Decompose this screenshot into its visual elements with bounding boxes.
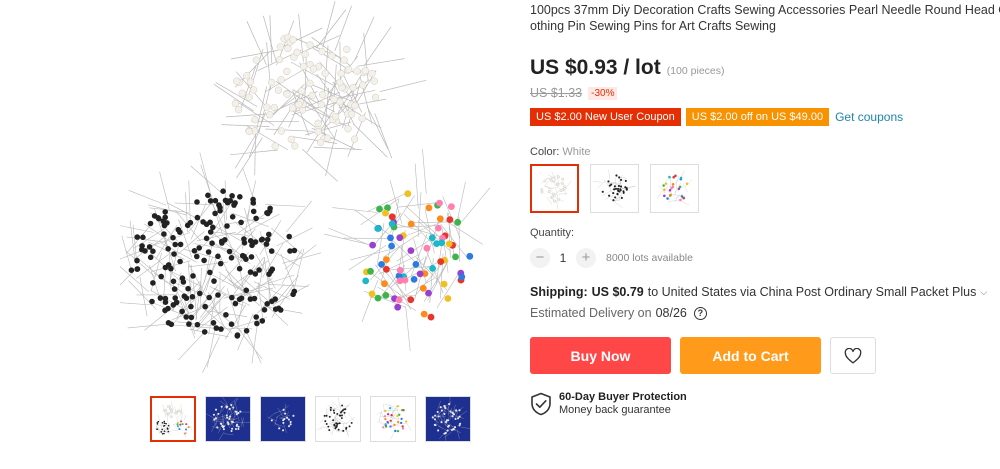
color-swatches [530,164,1000,213]
shield-check-icon [531,392,551,416]
discount-badge: -30% [588,86,618,100]
selected-color: White [562,146,591,158]
thumbnail-pins-icon [376,403,412,440]
lot-pieces: (100 pieces) [666,65,725,77]
thumbnail-3[interactable] [260,396,306,442]
lots-available: 8000 lots available [606,252,693,264]
get-coupons-link[interactable]: Get coupons [835,110,903,124]
original-price-row: US $1.33 -30% [530,86,1000,100]
buyer-protection: 60-Day Buyer Protection Money back guara… [530,391,1000,417]
product-title-line-1: 100pcs 37mm Diy Decoration Crafts Sewing… [530,3,1000,17]
color-label: Color: White [530,146,1000,158]
quantity-label: Quantity: [530,227,575,239]
shipping-row[interactable]: Shipping: US $0.79 to United States via … [530,285,1000,299]
add-to-cart-button[interactable]: Add to Cart [680,337,821,374]
thumbnail-strip [150,396,471,442]
protection-title: 60-Day Buyer Protection [559,391,687,403]
coupon-row: US $2.00 New User Coupon US $2.00 off on… [530,108,1000,126]
buy-now-button[interactable]: Buy Now [530,337,671,374]
heart-icon [844,347,862,364]
new-user-coupon[interactable]: US $2.00 New User Coupon [530,108,681,126]
thumbnail-pins-icon [317,397,356,437]
swatch-white[interactable] [530,164,579,213]
swatch-mixed[interactable] [650,164,699,213]
thumbnail-5[interactable] [370,396,416,442]
quantity-decrease-button[interactable]: − [530,248,550,268]
delivery-label: Estimated Delivery on [530,306,652,320]
store-coupon[interactable]: US $2.00 off on US $49.00 [685,108,830,126]
original-price: US $1.33 [530,86,583,100]
main-product-image[interactable] [120,0,490,380]
thumbnail-pins-icon [267,404,295,434]
pins-photo-icon [120,1,490,374]
shipping-method: to United States via China Post Ordinary… [647,285,977,299]
protection-subtitle: Money back guarantee [559,404,671,416]
product-info: 100pcs 37mm Diy Decoration Crafts Sewing… [530,0,1000,417]
thumbnail-6[interactable] [425,396,471,442]
thumbnail-pins-icon [206,397,250,441]
color-label-text: Color: [530,146,560,158]
black-pins-icon [593,169,636,208]
product-title-line-2: othing Pin Sewing Pins for Art Crafts Se… [530,19,776,33]
quantity-stepper: − 1 + 8000 lots available [530,248,1000,268]
quantity-increase-button[interactable]: + [576,248,596,268]
mixed-pins-icon [656,170,693,206]
quantity-input[interactable]: 1 [550,251,576,265]
shipping-label: Shipping: [530,285,588,299]
chevron-down-icon[interactable]: ⌵ [980,287,987,298]
thumbnail-4[interactable] [315,396,361,442]
thumbnail-1[interactable] [150,396,196,442]
wishlist-button[interactable] [830,337,876,374]
swatch-black[interactable] [590,164,639,213]
help-icon[interactable]: ? [693,306,707,320]
current-price: US $0.93 / lot [530,56,661,79]
delivery-date: 08/26 [655,306,687,320]
shipping-cost: US $0.79 [591,285,644,299]
white-pins-icon [540,171,572,209]
action-buttons: Buy Now Add to Cart [530,337,1000,374]
price-row: US $0.93 / lot (100 pieces) [530,56,1000,80]
delivery-row: Estimated Delivery on 08/26 ? [530,306,1000,320]
thumbnail-2[interactable] [205,396,251,442]
thumbnail-pins-icon [154,401,193,438]
protection-text: 60-Day Buyer Protection Money back guara… [559,391,687,417]
thumbnail-pins-icon [431,397,470,441]
